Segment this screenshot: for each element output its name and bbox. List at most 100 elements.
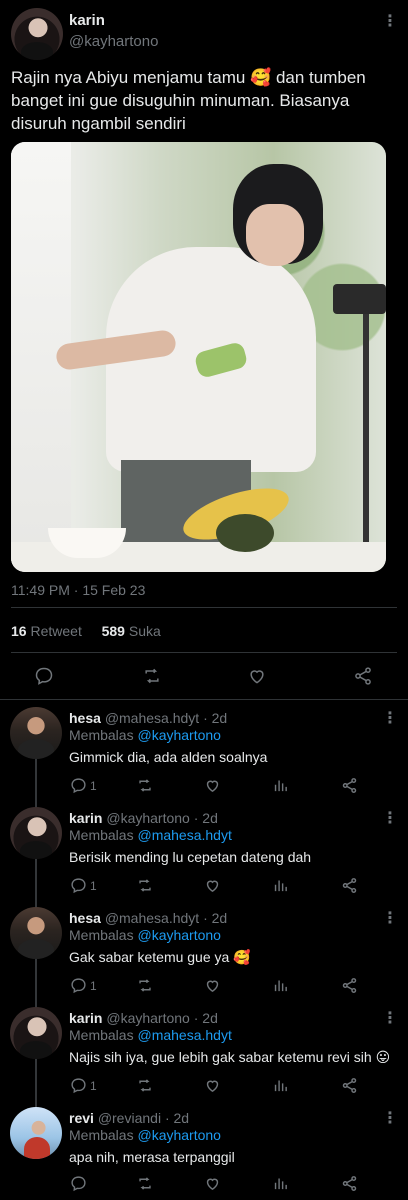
retweet-icon[interactable]: [136, 877, 154, 894]
reply-icon[interactable]: [70, 877, 87, 894]
avatar[interactable]: [10, 807, 62, 859]
reply-author-name[interactable]: revi: [69, 1110, 94, 1126]
avatar[interactable]: [10, 707, 62, 759]
avatar[interactable]: [10, 1007, 62, 1059]
reply-count: 1: [90, 879, 97, 893]
reply-text: apa nih, merasa terpanggil: [69, 1149, 235, 1165]
reply-actions: 1: [60, 1075, 400, 1097]
reply-author-name[interactable]: hesa: [69, 710, 101, 726]
analytics-icon[interactable]: [272, 977, 289, 994]
tweet-text: Rajin nya Abiyu menjamu tamu 🥰 dan tumbe…: [11, 68, 366, 133]
replying-label: Membalas: [69, 727, 134, 743]
reply-actions: 1: [60, 775, 400, 797]
reply-meta: karin @kayhartono · 2d: [69, 1010, 218, 1026]
heart-icon[interactable]: [204, 1077, 221, 1094]
share-icon[interactable]: [341, 977, 358, 994]
replying-to-link[interactable]: @kayhartono: [137, 927, 220, 943]
replying-to: Membalas @kayhartono: [69, 1127, 221, 1143]
share-icon[interactable]: [341, 777, 358, 794]
share-icon[interactable]: [353, 666, 373, 686]
author-name[interactable]: karin: [69, 12, 105, 29]
more-options-icon[interactable]: ⋮: [382, 14, 398, 30]
heart-icon[interactable]: [204, 1175, 221, 1192]
retweet-icon[interactable]: [136, 1175, 154, 1192]
more-options-icon[interactable]: ⋮: [382, 1011, 398, 1027]
reply-meta: revi @reviandi · 2d: [69, 1110, 189, 1126]
reply-time: · 2d: [203, 910, 228, 926]
reply-icon[interactable]: [34, 666, 54, 686]
reply-item[interactable]: revi @reviandi · 2d ⋮ Membalas @kayharto…: [0, 1103, 408, 1200]
reply-meta: karin @kayhartono · 2d: [69, 810, 218, 826]
reply-item[interactable]: hesa @mahesa.hdyt · 2d ⋮ Membalas @kayha…: [0, 903, 408, 1003]
reply-text: Najis sih iya, gue lebih gak sabar ketem…: [69, 1049, 391, 1065]
retweet-icon[interactable]: [141, 666, 163, 686]
reply-time: · 2d: [193, 1010, 218, 1026]
reply-author-handle[interactable]: @kayhartono: [106, 810, 189, 826]
replying-label: Membalas: [69, 927, 134, 943]
reply-author-handle[interactable]: @mahesa.hdyt: [105, 710, 199, 726]
analytics-icon[interactable]: [272, 1077, 289, 1094]
reply-count: 1: [90, 979, 97, 993]
analytics-icon[interactable]: [272, 777, 289, 794]
replying-label: Membalas: [69, 1027, 134, 1043]
reply-icon[interactable]: [70, 977, 87, 994]
reply-author-name[interactable]: karin: [69, 1010, 102, 1026]
reply-actions: 1: [60, 875, 400, 897]
share-icon[interactable]: [341, 1077, 358, 1094]
reply-text: Gak sabar ketemu gue ya 🥰: [69, 949, 251, 965]
reply-author-name[interactable]: karin: [69, 810, 102, 826]
tweet-photo[interactable]: [11, 142, 386, 572]
reply-meta: hesa @mahesa.hdyt · 2d: [69, 710, 227, 726]
more-options-icon[interactable]: ⋮: [382, 911, 398, 927]
avatar[interactable]: [10, 1107, 62, 1159]
replying-to: Membalas @mahesa.hdyt: [69, 1027, 232, 1043]
replying-to: Membalas @kayhartono: [69, 727, 221, 743]
reply-item[interactable]: karin @kayhartono · 2d ⋮ Membalas @mahes…: [0, 1003, 408, 1103]
retweet-icon[interactable]: [136, 1077, 154, 1094]
reply-author-handle[interactable]: @mahesa.hdyt: [105, 910, 199, 926]
reply-author-handle[interactable]: @kayhartono: [106, 1010, 189, 1026]
more-options-icon[interactable]: ⋮: [382, 811, 398, 827]
replying-to-link[interactable]: @kayhartono: [137, 727, 220, 743]
divider: [11, 652, 397, 653]
retweet-label[interactable]: Retweet: [30, 623, 81, 639]
analytics-icon[interactable]: [272, 877, 289, 894]
replying-to-link[interactable]: @mahesa.hdyt: [137, 827, 231, 843]
reply-text: Gimmick dia, ada alden soalnya: [69, 749, 268, 765]
avatar[interactable]: [11, 8, 63, 60]
heart-icon[interactable]: [247, 666, 267, 686]
like-label[interactable]: Suka: [129, 623, 161, 639]
reply-time: · 2d: [203, 710, 228, 726]
replying-to: Membalas @kayhartono: [69, 927, 221, 943]
heart-icon[interactable]: [204, 977, 221, 994]
more-options-icon[interactable]: ⋮: [382, 1111, 398, 1127]
reply-icon[interactable]: [70, 1077, 87, 1094]
retweet-icon[interactable]: [136, 977, 154, 994]
analytics-icon[interactable]: [272, 1175, 289, 1192]
reply-item[interactable]: karin @kayhartono · 2d ⋮ Membalas @mahes…: [0, 803, 408, 903]
reply-time: · 2d: [164, 1110, 190, 1126]
reply-author-name[interactable]: hesa: [69, 910, 101, 926]
avatar[interactable]: [10, 907, 62, 959]
more-options-icon[interactable]: ⋮: [382, 711, 398, 727]
like-count[interactable]: 589: [102, 623, 125, 639]
divider: [11, 607, 397, 608]
replying-to-link[interactable]: @kayhartono: [137, 1127, 220, 1143]
tweet-stats: 16 Retweet 589 Suka: [11, 623, 161, 639]
heart-icon[interactable]: [204, 877, 221, 894]
tweet-timestamp[interactable]: 11:49 PM · 15 Feb 23: [11, 582, 145, 598]
retweet-icon[interactable]: [136, 777, 154, 794]
replying-to-link[interactable]: @mahesa.hdyt: [137, 1027, 231, 1043]
heart-icon[interactable]: [204, 777, 221, 794]
reply-count: 1: [90, 1079, 97, 1093]
retweet-count[interactable]: 16: [11, 623, 27, 639]
reply-item[interactable]: hesa @mahesa.hdyt · 2d ⋮ Membalas @kayha…: [0, 703, 408, 803]
reply-author-handle[interactable]: @reviandi: [98, 1110, 161, 1126]
share-icon[interactable]: [341, 1175, 358, 1192]
reply-icon[interactable]: [70, 777, 87, 794]
replying-to: Membalas @mahesa.hdyt: [69, 827, 232, 843]
reply-icon[interactable]: [70, 1175, 87, 1192]
author-handle[interactable]: @kayhartono: [69, 33, 158, 50]
share-icon[interactable]: [341, 877, 358, 894]
reply-actions: 1: [60, 975, 400, 997]
